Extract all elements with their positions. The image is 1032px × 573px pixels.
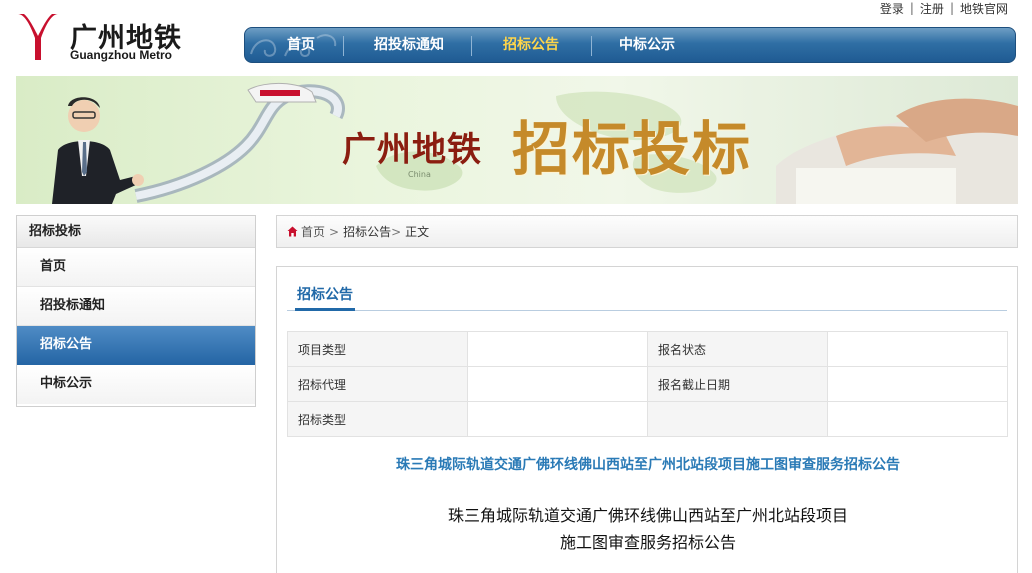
guangzhou-metro-logo[interactable]: 广州地铁 Guangzhou Metro: [16, 12, 206, 64]
banner: 广州地铁 招标投标 China: [16, 76, 1018, 204]
chevron-right-icon: >: [391, 224, 402, 239]
label-registration-deadline: 报名截止日期: [647, 366, 828, 402]
announcement-link-title[interactable]: 珠三角城际轨道交通广佛环线佛山西站至广州北站段项目施工图审查服务招标公告: [277, 454, 1019, 474]
banner-title-big: 招标投标: [512, 115, 753, 183]
banner-map-label: China: [408, 170, 431, 179]
empty-value: [827, 401, 1008, 437]
banner-title-small: 广州地铁: [342, 130, 482, 170]
content-panel: 招标公告 项目类型 报名状态 招标代理 报名截止日期 招标类型 珠三角城际轨道交…: [276, 266, 1018, 573]
label-tender-agent: 招标代理: [287, 366, 468, 402]
nav-item-tender-announcement[interactable]: 招标公告: [493, 28, 569, 62]
nav-divider: [591, 36, 592, 56]
empty-label: [647, 401, 828, 437]
home-icon: [287, 226, 298, 237]
table-row: 招标类型: [287, 401, 1008, 437]
nav-divider: [471, 36, 472, 56]
logo-english-name: Guangzhou Metro: [70, 48, 172, 62]
sidebar-item-award-publicity[interactable]: 中标公示: [17, 365, 255, 404]
value-registration-deadline: [827, 366, 1008, 402]
table-row: 招标代理 报名截止日期: [287, 366, 1008, 402]
info-table: 项目类型 报名状态 招标代理 报名截止日期 招标类型: [287, 331, 1008, 437]
login-link[interactable]: 登录: [874, 0, 910, 17]
nav-item-award-publicity[interactable]: 中标公示: [609, 28, 685, 62]
value-project-type: [467, 331, 648, 367]
metro-official-site-link[interactable]: 地铁官网: [954, 0, 1014, 17]
content-tabbar: 招标公告: [287, 285, 1007, 311]
announcement-body-title: 珠三角城际轨道交通广佛环线佛山西站至广州北站段项目 施工图审查服务招标公告: [277, 502, 1019, 556]
body-title-line-1: 珠三角城际轨道交通广佛环线佛山西站至广州北站段项目: [447, 506, 848, 525]
label-tender-type: 招标类型: [287, 401, 468, 437]
label-project-type: 项目类型: [287, 331, 468, 367]
register-link[interactable]: 注册: [914, 0, 950, 17]
breadcrumb: 首页 > 招标公告 > 正文: [276, 215, 1018, 248]
value-tender-type: [467, 401, 648, 437]
value-registration-status: [827, 331, 1008, 367]
body-title-line-2: 施工图审查服务招标公告: [559, 533, 736, 552]
label-registration-status: 报名状态: [647, 331, 828, 367]
breadcrumb-current: 正文: [405, 225, 430, 239]
sidebar-item-tender-announcement[interactable]: 招标公告: [17, 326, 255, 365]
sidebar-item-home[interactable]: 首页: [17, 248, 255, 287]
breadcrumb-section[interactable]: 招标公告: [343, 223, 391, 240]
table-row: 项目类型 报名状态: [287, 331, 1008, 367]
breadcrumb-home[interactable]: 首页: [301, 223, 325, 240]
sidebar-heading: 招标投标: [17, 216, 255, 248]
tab-tender-announcement[interactable]: 招标公告: [295, 285, 355, 311]
metro-logo-icon: [18, 14, 58, 60]
nav-item-bidding-notice[interactable]: 招投标通知: [363, 28, 455, 62]
value-tender-agent: [467, 366, 648, 402]
main-nav: 首页 招投标通知 招标公告 中标公示: [244, 27, 1016, 63]
top-links: 登录 | 注册 | 地铁官网: [874, 0, 1014, 16]
nav-divider: [343, 36, 344, 56]
sidebar: 招标投标 首页 招投标通知 招标公告 中标公示: [16, 215, 256, 407]
chevron-right-icon: >: [329, 224, 340, 239]
sidebar-item-bidding-notice[interactable]: 招投标通知: [17, 287, 255, 326]
nav-item-home[interactable]: 首页: [275, 28, 327, 62]
